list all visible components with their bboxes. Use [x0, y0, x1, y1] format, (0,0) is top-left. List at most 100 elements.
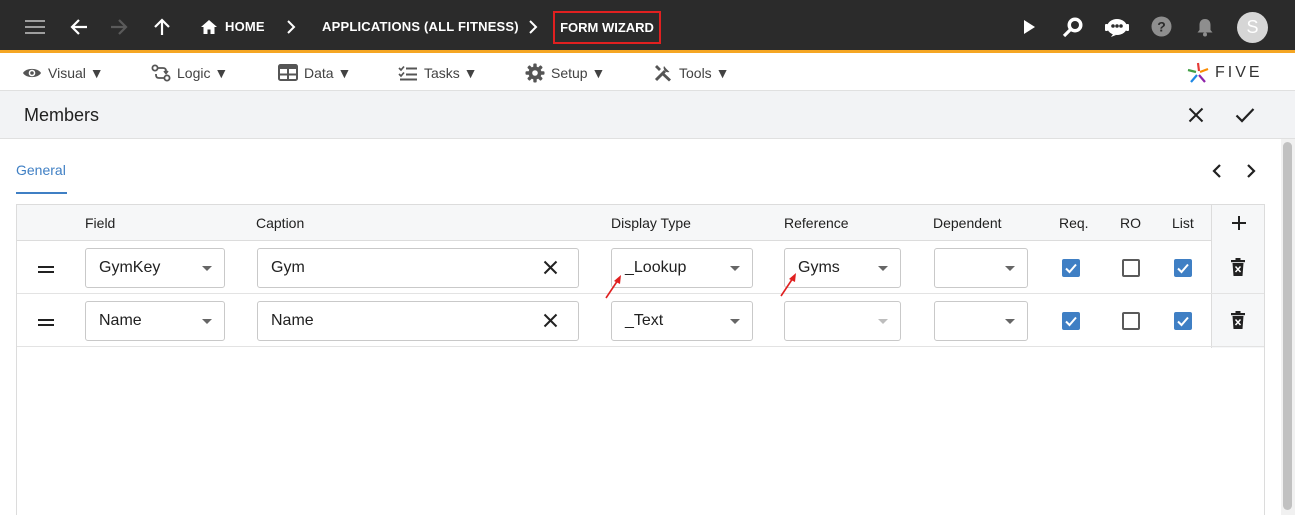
menu-setup[interactable]: Setup ▼ — [525, 56, 605, 89]
menu-data-label: Data ▼ — [304, 64, 352, 81]
field-select[interactable]: Name — [85, 301, 225, 341]
reference-select[interactable] — [784, 301, 901, 341]
breadcrumb-applications[interactable]: APPLICATIONS (ALL FITNESS) — [322, 0, 519, 53]
display-type-value: _Lookup — [625, 259, 687, 276]
menu-visual[interactable]: Visual ▼ — [22, 56, 104, 89]
add-row-icon[interactable] — [1231, 215, 1247, 236]
header-req: Req. — [1059, 215, 1089, 231]
menu-tasks-label: Tasks ▼ — [424, 64, 478, 81]
help-icon[interactable]: ? — [1150, 0, 1172, 53]
breadcrumb-chevron-icon — [526, 0, 540, 53]
caption-input-value: Name — [271, 312, 314, 329]
close-icon[interactable] — [1188, 91, 1204, 139]
forward-arrow-icon[interactable] — [108, 0, 130, 53]
menu-logic[interactable]: Logic ▼ — [151, 56, 228, 89]
req-checkbox[interactable] — [1062, 312, 1080, 330]
field-select-value: Name — [99, 312, 142, 329]
menu-tasks[interactable]: Tasks ▼ — [398, 56, 478, 89]
fields-table: Field Caption Display Type Reference Dep… — [16, 204, 1265, 515]
table-row: Name Name _Text — [17, 294, 1264, 347]
gear-icon — [525, 63, 545, 82]
annotation-arrow-icon — [604, 274, 624, 305]
header-dependent: Dependent — [933, 215, 1002, 231]
caption-input[interactable]: Name — [257, 301, 579, 341]
drag-handle-icon[interactable] — [38, 314, 54, 332]
assistant-bot-icon[interactable] — [1104, 0, 1130, 53]
dropdown-caret-icon — [730, 266, 740, 271]
list-checkbox[interactable] — [1174, 312, 1192, 330]
delete-trash-icon[interactable] — [1231, 311, 1245, 334]
delete-trash-icon[interactable] — [1231, 258, 1245, 281]
breadcrumb-home[interactable]: HOME — [225, 0, 265, 53]
scrollbar-thumb[interactable] — [1283, 142, 1292, 510]
reference-value: Gyms — [798, 259, 840, 276]
header-caption: Caption — [256, 215, 305, 231]
table-row: GymKey Gym _Lookup Gyms — [17, 241, 1264, 294]
dropdown-caret-icon — [878, 319, 888, 324]
top-bar: HOME APPLICATIONS (ALL FITNESS) FORM WIZ… — [0, 0, 1295, 53]
dropdown-caret-icon — [1005, 319, 1015, 324]
dropdown-caret-icon — [730, 319, 740, 324]
play-icon[interactable] — [1021, 0, 1037, 53]
back-arrow-icon[interactable] — [68, 0, 90, 53]
header-display-type: Display Type — [611, 215, 691, 231]
five-logo-text: FIVE — [1215, 64, 1263, 81]
dependent-select[interactable] — [934, 248, 1028, 288]
notification-bell-icon[interactable] — [1195, 0, 1215, 53]
display-type-value: _Text — [625, 312, 664, 329]
header-field: Field — [85, 215, 116, 231]
tab-general[interactable]: General — [16, 162, 66, 178]
list-checkbox[interactable] — [1174, 259, 1192, 277]
display-type-select[interactable]: _Lookup — [611, 248, 753, 288]
confirm-check-icon[interactable] — [1235, 91, 1255, 139]
tasks-icon — [398, 65, 417, 80]
header-ro: RO — [1120, 215, 1141, 231]
menu-setup-label: Setup ▼ — [551, 64, 606, 81]
form-title: Members — [24, 104, 100, 125]
up-arrow-icon[interactable] — [152, 0, 172, 53]
menu-data[interactable]: Data ▼ — [278, 56, 351, 89]
five-logo: FIVE — [1186, 62, 1263, 84]
dropdown-caret-icon — [878, 266, 888, 271]
header-list: List — [1172, 215, 1194, 231]
drag-handle-icon[interactable] — [38, 261, 54, 279]
field-select[interactable]: GymKey — [85, 248, 225, 288]
chevron-left-icon[interactable] — [1212, 163, 1222, 184]
menu-bar: Visual ▼ Logic ▼ Data ▼ Tasks ▼ Setup ▼ … — [0, 56, 1295, 91]
menu-visual-label: Visual ▼ — [48, 64, 104, 81]
table-icon — [278, 64, 298, 81]
dependent-select[interactable] — [934, 301, 1028, 341]
clear-icon[interactable] — [543, 260, 558, 280]
field-select-value: GymKey — [99, 259, 161, 276]
tab-active-indicator — [16, 192, 67, 194]
home-icon[interactable] — [200, 0, 218, 53]
ro-checkbox[interactable] — [1122, 259, 1140, 277]
dropdown-caret-icon — [202, 266, 212, 271]
chevron-right-icon[interactable] — [1246, 163, 1256, 184]
user-avatar[interactable]: S — [1237, 12, 1268, 43]
dropdown-caret-icon — [202, 319, 212, 324]
breadcrumb-current[interactable]: FORM WIZARD — [553, 11, 661, 44]
form-header: Members — [0, 91, 1295, 139]
five-logo-icon — [1187, 62, 1209, 83]
display-type-select[interactable]: _Text — [611, 301, 753, 341]
ro-checkbox[interactable] — [1122, 312, 1140, 330]
breadcrumb-chevron-icon — [284, 0, 298, 53]
hamburger-menu-icon[interactable] — [22, 0, 48, 53]
header-reference: Reference — [784, 215, 849, 231]
reference-select[interactable]: Gyms — [784, 248, 901, 288]
menu-tools[interactable]: Tools ▼ — [653, 56, 729, 89]
dropdown-caret-icon — [1005, 266, 1015, 271]
menu-tools-label: Tools ▼ — [679, 64, 730, 81]
caption-input[interactable]: Gym — [257, 248, 579, 288]
caption-input-value: Gym — [271, 259, 305, 276]
table-header: Field Caption Display Type Reference Dep… — [17, 205, 1264, 241]
req-checkbox[interactable] — [1062, 259, 1080, 277]
clear-icon[interactable] — [543, 313, 558, 333]
tools-icon — [654, 64, 671, 81]
logic-icon — [151, 64, 171, 81]
search-chat-icon[interactable] — [1061, 0, 1085, 53]
svg-text:?: ? — [1157, 19, 1166, 35]
eye-icon — [23, 68, 41, 77]
annotation-arrow-icon — [779, 272, 799, 303]
